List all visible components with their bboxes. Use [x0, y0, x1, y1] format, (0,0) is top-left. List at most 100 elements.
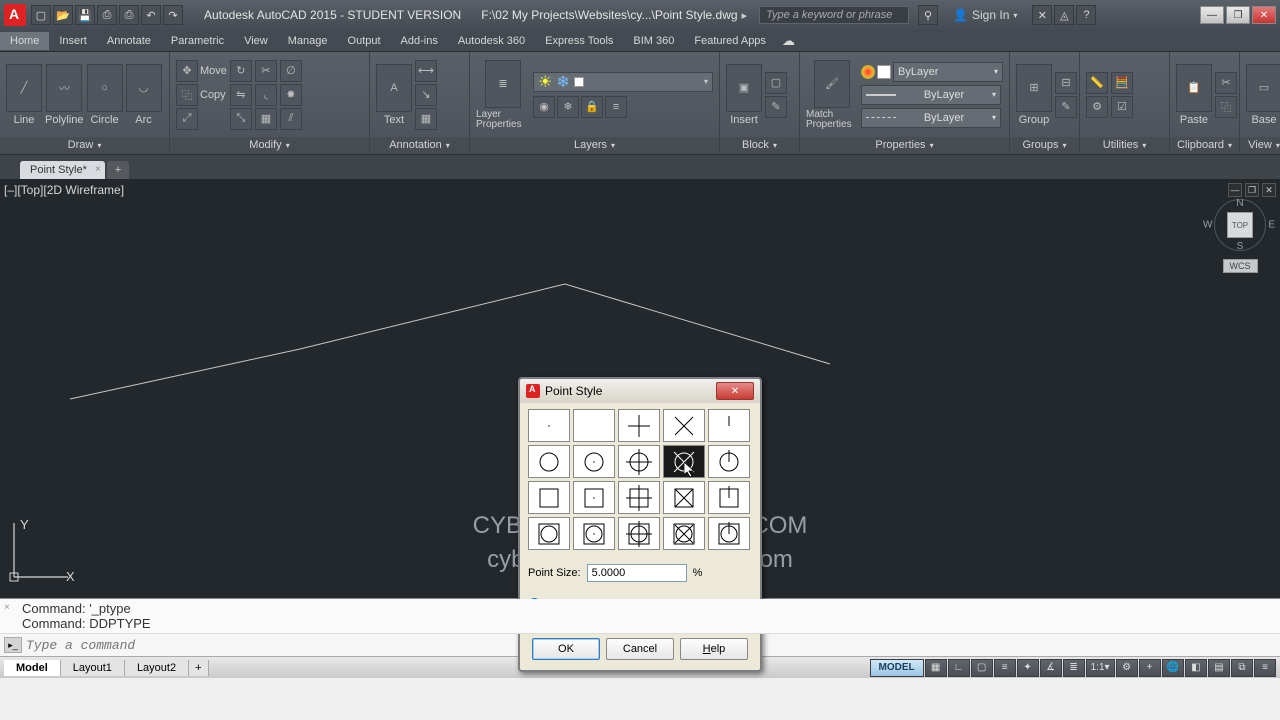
drawing-area[interactable]: [–][Top][2D Wireframe] — ❐ ✕ CYBERCADSOL… [0, 179, 1280, 598]
status-otrack-icon[interactable]: ∡ [1040, 659, 1062, 677]
stretch-button[interactable]: ⤢ [176, 108, 198, 130]
status-gear-icon[interactable]: ⚙ [1116, 659, 1138, 677]
color-dropdown[interactable]: ByLayer▾ [893, 62, 1003, 82]
scale-button[interactable]: ⤡ [230, 108, 252, 130]
cloud-icon[interactable]: ☁ [782, 33, 795, 49]
insert-button[interactable]: ▣ [726, 64, 762, 112]
point-style-option-10[interactable] [528, 481, 570, 514]
point-style-option-6[interactable] [573, 445, 615, 478]
maximize-button[interactable]: ❐ [1226, 6, 1250, 24]
panel-clipboard-label[interactable]: Clipboard [1170, 137, 1239, 154]
wcs-label[interactable]: WCS [1223, 259, 1258, 273]
tab-featured[interactable]: Featured Apps [684, 32, 776, 50]
point-style-option-0[interactable] [528, 409, 570, 442]
status-ann-icon[interactable]: ▤ [1208, 659, 1230, 677]
rotate-button[interactable]: ↻ [230, 60, 252, 82]
paste-button[interactable]: 📋 [1176, 64, 1212, 112]
help-icon[interactable]: ? [1076, 5, 1096, 25]
point-style-option-12[interactable] [618, 481, 660, 514]
exchange-icon[interactable]: ✕ [1032, 5, 1052, 25]
tab-manage[interactable]: Manage [278, 32, 338, 50]
layer-dropdown[interactable]: ☀❄▾ [533, 72, 713, 92]
point-style-option-13[interactable] [663, 481, 705, 514]
table-button[interactable]: ▦ [415, 108, 437, 130]
status-snap-icon[interactable]: ∟ [948, 659, 970, 677]
point-style-option-11[interactable] [573, 481, 615, 514]
viewcube-top[interactable]: TOP [1227, 212, 1253, 238]
point-style-option-4[interactable] [708, 409, 750, 442]
point-style-option-3[interactable] [663, 409, 705, 442]
cmd-close-icon[interactable]: × [4, 602, 10, 613]
layer-freeze-button[interactable]: ❄ [557, 96, 579, 118]
panel-layers-label[interactable]: Layers [470, 137, 719, 154]
circle-button[interactable]: ○ [87, 64, 123, 112]
copy-button[interactable]: ⿻ [176, 84, 198, 106]
stay-connected-icon[interactable]: ◬ [1054, 5, 1074, 25]
calc-button[interactable]: 🧮 [1111, 72, 1133, 94]
layer-match-button[interactable]: ≡ [605, 96, 627, 118]
status-custom-icon[interactable]: ≡ [1254, 659, 1276, 677]
qat-new-icon[interactable]: ▢ [31, 5, 51, 25]
tab-express[interactable]: Express Tools [535, 32, 623, 50]
close-tab-icon[interactable]: × [95, 164, 101, 175]
tab-annotate[interactable]: Annotate [97, 32, 161, 50]
cancel-button[interactable]: Cancel [606, 638, 674, 660]
qat-open-icon[interactable]: 📂 [53, 5, 73, 25]
move-button[interactable]: ✥ [176, 60, 198, 82]
layout-tab-2[interactable]: Layout2 [125, 660, 189, 676]
tab-addins[interactable]: Add-ins [391, 32, 448, 50]
layer-props-button[interactable]: ≣ [485, 60, 521, 108]
status-iso-icon[interactable]: ◧ [1185, 659, 1207, 677]
lineweight-dropdown[interactable]: ByLayer▾ [861, 85, 1001, 105]
cut-button[interactable]: ✂ [1215, 72, 1237, 94]
point-style-option-2[interactable] [618, 409, 660, 442]
copy-clip-button[interactable]: ⿻ [1215, 96, 1237, 118]
help-button[interactable]: Help [680, 638, 748, 660]
match-props-button[interactable]: 🖌 [814, 60, 850, 108]
measure-button[interactable]: 📏 [1086, 72, 1108, 94]
group-button[interactable]: ⊞ [1016, 64, 1052, 112]
point-style-option-18[interactable] [663, 517, 705, 550]
qat-undo-icon[interactable]: ↶ [141, 5, 161, 25]
offset-button[interactable]: ⫽ [280, 108, 302, 130]
help-search-input[interactable]: Type a keyword or phrase [759, 6, 909, 24]
status-scale[interactable]: 1:1 ▾ [1086, 659, 1115, 677]
dialog-close-button[interactable]: ✕ [716, 382, 754, 400]
point-style-option-19[interactable] [708, 517, 750, 550]
status-ortho-icon[interactable]: ▢ [971, 659, 993, 677]
qat-save-icon[interactable]: 💾 [75, 5, 95, 25]
qat-redo-icon[interactable]: ↷ [163, 5, 183, 25]
point-style-option-15[interactable] [528, 517, 570, 550]
point-style-option-7[interactable] [618, 445, 660, 478]
panel-draw-label[interactable]: Draw [0, 137, 169, 154]
status-plus-icon[interactable]: + [1139, 659, 1161, 677]
panel-annotation-label[interactable]: Annotation [370, 137, 469, 154]
tab-bim360[interactable]: BIM 360 [623, 32, 684, 50]
linetype-dropdown[interactable]: ByLayer▾ [861, 108, 1001, 128]
panel-groups-label[interactable]: Groups [1010, 137, 1079, 154]
point-style-option-8[interactable] [663, 445, 705, 478]
viewport-close-icon[interactable]: ✕ [1262, 183, 1276, 197]
status-model[interactable]: MODEL [870, 659, 924, 677]
layer-off-button[interactable]: ◉ [533, 96, 555, 118]
tab-insert[interactable]: Insert [49, 32, 97, 50]
ok-button[interactable]: OK [532, 638, 600, 660]
viewport-minimize-icon[interactable]: — [1228, 183, 1242, 197]
ungroup-button[interactable]: ⊟ [1055, 72, 1077, 94]
panel-properties-label[interactable]: Properties [800, 137, 1009, 154]
mirror-button[interactable]: ⇋ [230, 84, 252, 106]
panel-block-label[interactable]: Block [720, 137, 799, 154]
search-icon[interactable]: ⚲ [918, 5, 938, 25]
viewcube-w[interactable]: W [1203, 220, 1212, 231]
status-polar-icon[interactable]: ≡ [994, 659, 1016, 677]
app-menu-icon[interactable] [4, 4, 26, 26]
qat-saveas-icon[interactable]: ⎙ [97, 5, 117, 25]
block-edit-button[interactable]: ✎ [765, 96, 787, 118]
dim-button[interactable]: ⟷ [415, 60, 437, 82]
panel-view-label[interactable]: View [1240, 137, 1280, 154]
array-button[interactable]: ▦ [255, 108, 277, 130]
explode-button[interactable]: ✸ [280, 84, 302, 106]
block-create-button[interactable]: ▢ [765, 72, 787, 94]
viewcube-e[interactable]: E [1268, 220, 1275, 231]
add-file-tab[interactable]: + [107, 161, 129, 179]
